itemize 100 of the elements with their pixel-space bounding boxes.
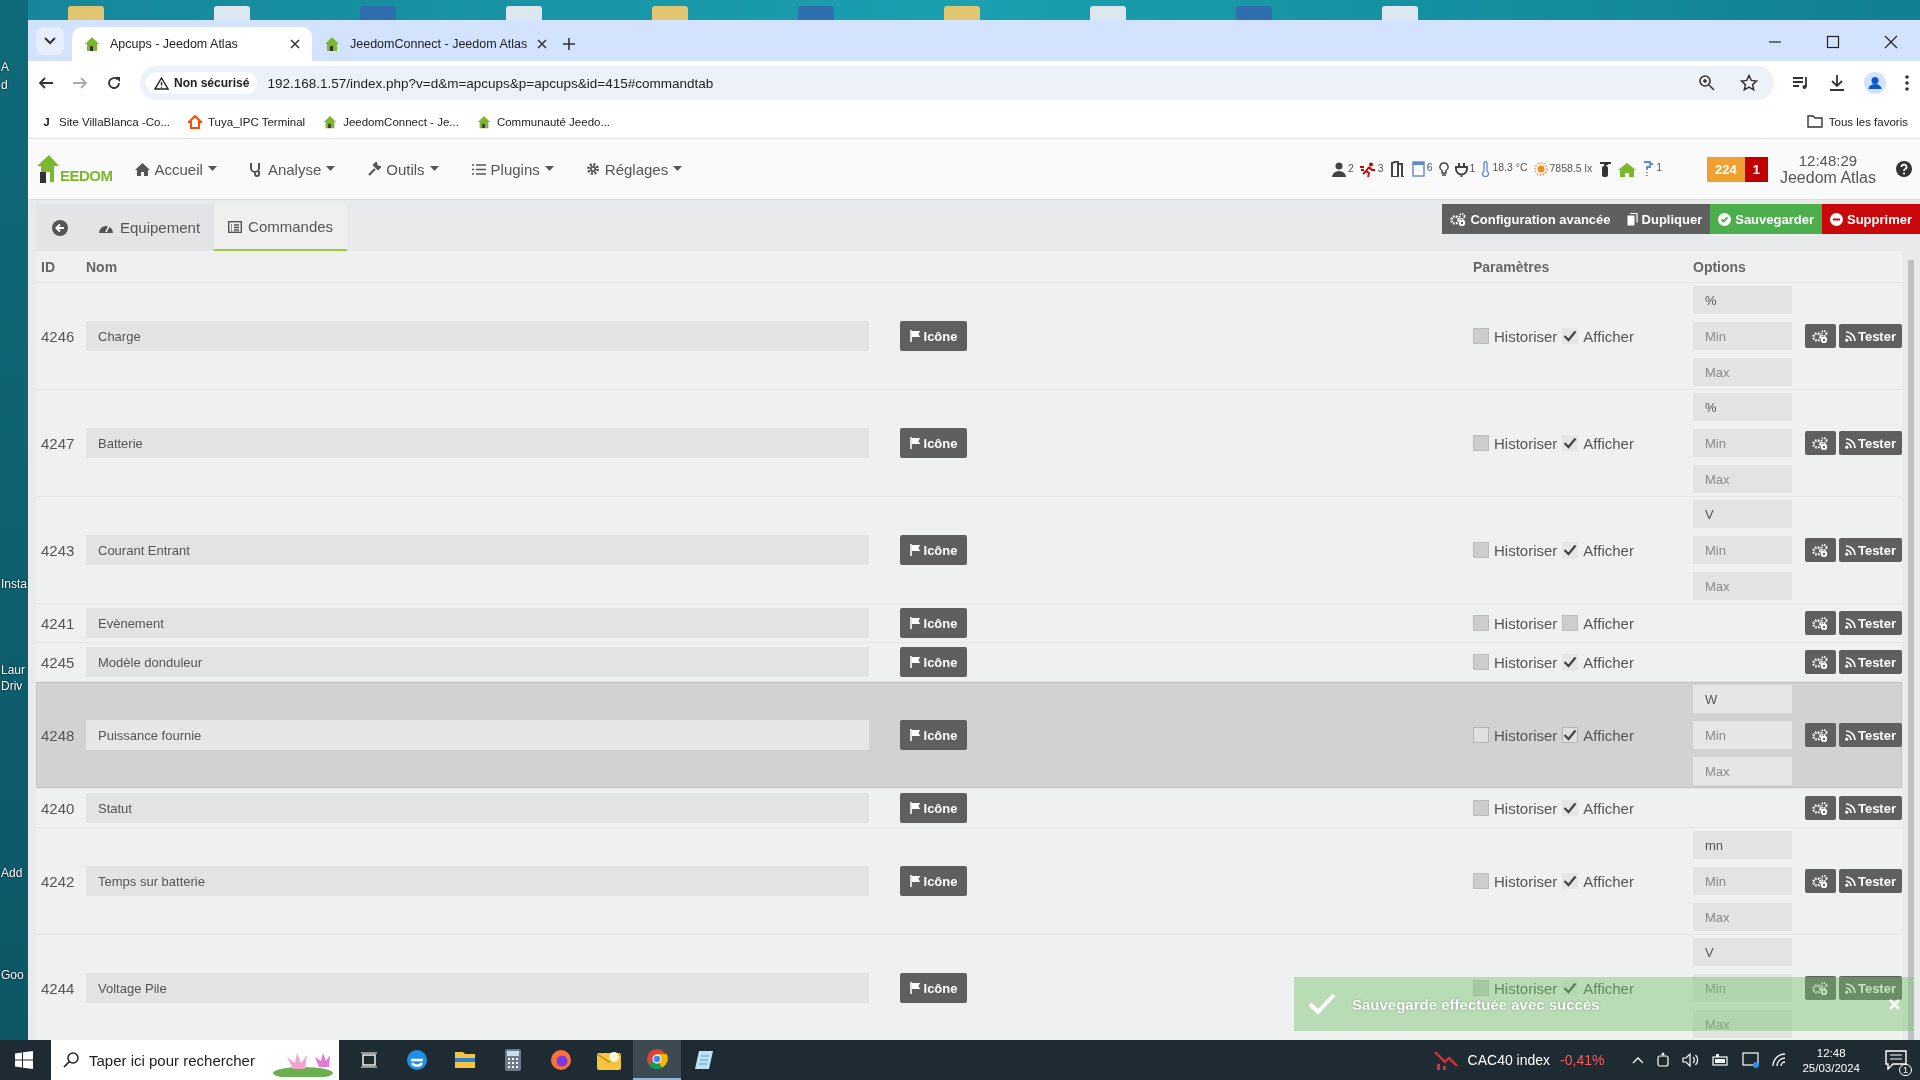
icon-button[interactable]: Icône — [900, 535, 967, 565]
new-tab-icon[interactable] — [562, 37, 576, 51]
unit-field[interactable]: V — [1693, 938, 1792, 966]
icon-button[interactable]: Icône — [900, 321, 967, 351]
status-widget[interactable] — [1389, 161, 1406, 177]
display-icon[interactable] — [1742, 1052, 1761, 1068]
icon-button[interactable]: Icône — [900, 793, 967, 823]
menu-item[interactable]: Analyse — [248, 160, 336, 178]
display-checkbox[interactable] — [1562, 615, 1579, 631]
status-widget[interactable] — [1438, 161, 1449, 177]
max-field[interactable]: Max — [1693, 757, 1792, 785]
test-button[interactable]: Tester — [1838, 611, 1902, 635]
battery-icon[interactable] — [1712, 1054, 1731, 1066]
settings-button[interactable] — [1804, 869, 1836, 893]
settings-button[interactable] — [1804, 650, 1836, 674]
taskbar-search-field[interactable]: Taper ici pour rechercher — [87, 1050, 261, 1070]
volume-icon[interactable] — [1682, 1053, 1701, 1067]
close-icon[interactable] — [290, 39, 300, 49]
historize-checkbox[interactable] — [1473, 654, 1489, 670]
action-button[interactable]: Supprimer — [1822, 204, 1920, 234]
min-field[interactable]: Min — [1693, 721, 1792, 749]
menu-item[interactable]: Accueil — [134, 160, 217, 178]
menu-item[interactable]: Plugins — [470, 160, 554, 178]
windows-start-icon[interactable] — [15, 1051, 33, 1069]
icon-button[interactable]: Icône — [900, 866, 967, 896]
settings-button[interactable] — [1804, 431, 1836, 455]
max-field[interactable]: Max — [1693, 465, 1792, 493]
caret-up-icon[interactable] — [1632, 1056, 1645, 1064]
status-widget[interactable]: 7858.5 lx — [1533, 162, 1593, 176]
menu-item[interactable]: Outils — [367, 160, 439, 178]
alert-count-badge[interactable]: 1 — [1744, 156, 1768, 182]
settings-button[interactable] — [1804, 796, 1836, 820]
stock-ticker[interactable]: CAC40 index -0,41% — [1433, 1050, 1605, 1070]
close-icon[interactable] — [537, 39, 548, 49]
settings-button[interactable] — [1804, 538, 1836, 562]
browser-tab[interactable]: Apcups - Jeedom Atlas — [72, 27, 312, 61]
historize-checkbox[interactable] — [1473, 727, 1489, 743]
unit-field[interactable]: % — [1693, 393, 1792, 421]
name-field[interactable]: Puissance fournie — [86, 720, 869, 750]
test-button[interactable]: Tester — [1838, 538, 1902, 562]
test-button[interactable]: Tester — [1838, 869, 1902, 893]
icon-button[interactable]: Icône — [900, 608, 967, 638]
page-tab[interactable]: Equipement — [84, 204, 215, 251]
settings-button[interactable] — [1804, 611, 1836, 635]
display-checkbox[interactable] — [1562, 727, 1579, 743]
name-field[interactable]: Charge — [86, 321, 869, 351]
back-button[interactable] — [36, 204, 84, 251]
meet-icon[interactable] — [1656, 1052, 1671, 1068]
max-field[interactable]: Max — [1693, 358, 1792, 386]
unit-field[interactable]: mn — [1693, 831, 1792, 859]
status-widget[interactable]: 18.3 °C — [1481, 161, 1528, 177]
historize-checkbox[interactable] — [1473, 800, 1489, 816]
min-field[interactable]: Min — [1693, 536, 1792, 564]
settings-button[interactable] — [1804, 324, 1836, 348]
browser-tab[interactable]: JeedomConnect - Jeedom Atlas — [312, 27, 552, 61]
profile-icon[interactable] — [1864, 72, 1886, 94]
status-widget[interactable] — [1598, 161, 1613, 177]
name-field[interactable]: Batterie — [86, 428, 869, 458]
help-icon[interactable] — [1896, 161, 1912, 177]
bookmark[interactable]: J Site VillaBlanca -Co... — [40, 115, 170, 128]
name-field[interactable]: Voltage Pile — [86, 973, 869, 1003]
scrollbar[interactable] — [1908, 260, 1914, 1040]
historize-checkbox[interactable] — [1473, 435, 1489, 451]
historize-checkbox[interactable] — [1473, 328, 1489, 344]
min-field[interactable]: Min — [1693, 429, 1792, 457]
menu-item[interactable]: Réglages — [585, 160, 683, 178]
status-widget[interactable]: 2 — [1332, 161, 1354, 177]
historize-checkbox[interactable] — [1473, 980, 1489, 996]
test-button[interactable]: Tester — [1838, 796, 1902, 820]
test-button[interactable]: Tester — [1838, 650, 1902, 674]
status-widget[interactable]: 1 — [1642, 161, 1662, 177]
notifications-button[interactable]: 1 — [1878, 1044, 1914, 1076]
icon-button[interactable]: Icône — [900, 720, 967, 750]
historize-checkbox[interactable] — [1473, 542, 1489, 558]
name-field[interactable]: Evènement — [86, 608, 869, 638]
star-icon[interactable] — [1740, 74, 1758, 92]
all-bookmarks[interactable]: Tous les favoris — [1806, 115, 1908, 128]
settings-button[interactable] — [1804, 723, 1836, 747]
unit-field[interactable]: V — [1693, 500, 1792, 528]
name-field[interactable]: Temps sur batterie — [86, 866, 869, 896]
bookmark[interactable]: Communauté Jeedo... — [476, 114, 611, 129]
name-field[interactable]: Statut — [86, 793, 869, 823]
icon-button[interactable]: Icône — [900, 973, 967, 1003]
settings-button[interactable] — [1804, 976, 1836, 1000]
historize-checkbox[interactable] — [1473, 615, 1489, 631]
close-icon[interactable] — [1884, 35, 1898, 49]
bookmark[interactable]: JeedomConnect - Je... — [323, 114, 459, 129]
historize-checkbox[interactable] — [1473, 873, 1489, 889]
maximize-icon[interactable] — [1826, 35, 1840, 49]
taskbar-search-box[interactable]: Taper ici pour rechercher — [51, 1040, 339, 1080]
min-field[interactable]: Min — [1693, 867, 1792, 895]
test-button[interactable]: Tester — [1838, 431, 1902, 455]
unit-field[interactable]: W — [1693, 685, 1792, 713]
back-icon[interactable] — [38, 75, 54, 91]
min-field[interactable]: Min — [1693, 322, 1792, 350]
url-text[interactable]: 192.168.1.57/index.php?v=d&m=apcups&p=apcups&id=415#commandtab — [267, 75, 714, 91]
download-icon[interactable] — [1828, 74, 1846, 92]
zoom-icon[interactable] — [1698, 74, 1716, 92]
action-button[interactable]: Configuration avancée — [1442, 204, 1619, 234]
max-field[interactable]: Max — [1693, 903, 1792, 931]
